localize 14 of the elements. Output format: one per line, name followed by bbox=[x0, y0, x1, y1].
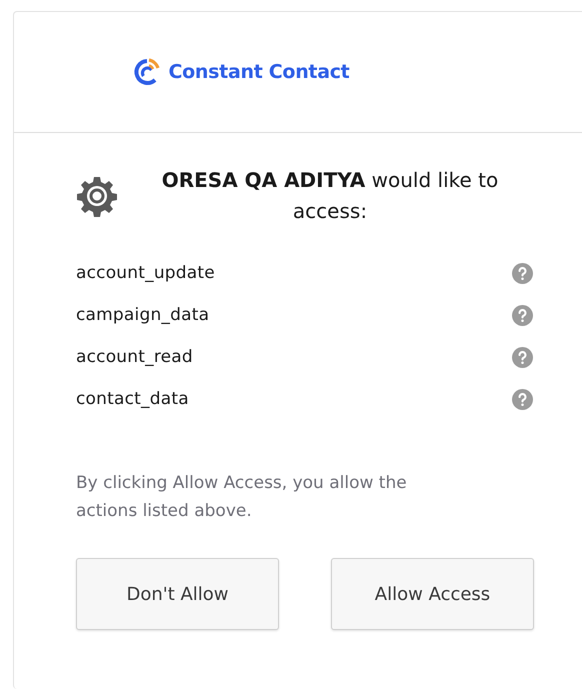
allow-button[interactable]: Allow Access bbox=[331, 558, 534, 630]
permission-scope: contact_data bbox=[76, 389, 189, 409]
permission-scope: campaign_data bbox=[76, 305, 210, 325]
brand-name: Constant Contact bbox=[168, 61, 350, 83]
permission-scope: account_read bbox=[76, 347, 193, 367]
help-icon[interactable] bbox=[512, 262, 533, 284]
permission-scope: account_update bbox=[76, 263, 215, 283]
deny-button[interactable]: Don't Allow bbox=[76, 558, 279, 630]
help-icon[interactable] bbox=[512, 346, 533, 368]
consent-notice: By clicking Allow Access, you allow the actions listed above. bbox=[76, 472, 408, 523]
help-icon[interactable] bbox=[512, 388, 533, 410]
access-request-heading: ORESA QA ADITYA would like to access: bbox=[160, 167, 500, 225]
gear-icon bbox=[76, 175, 118, 217]
help-icon[interactable] bbox=[512, 304, 533, 326]
